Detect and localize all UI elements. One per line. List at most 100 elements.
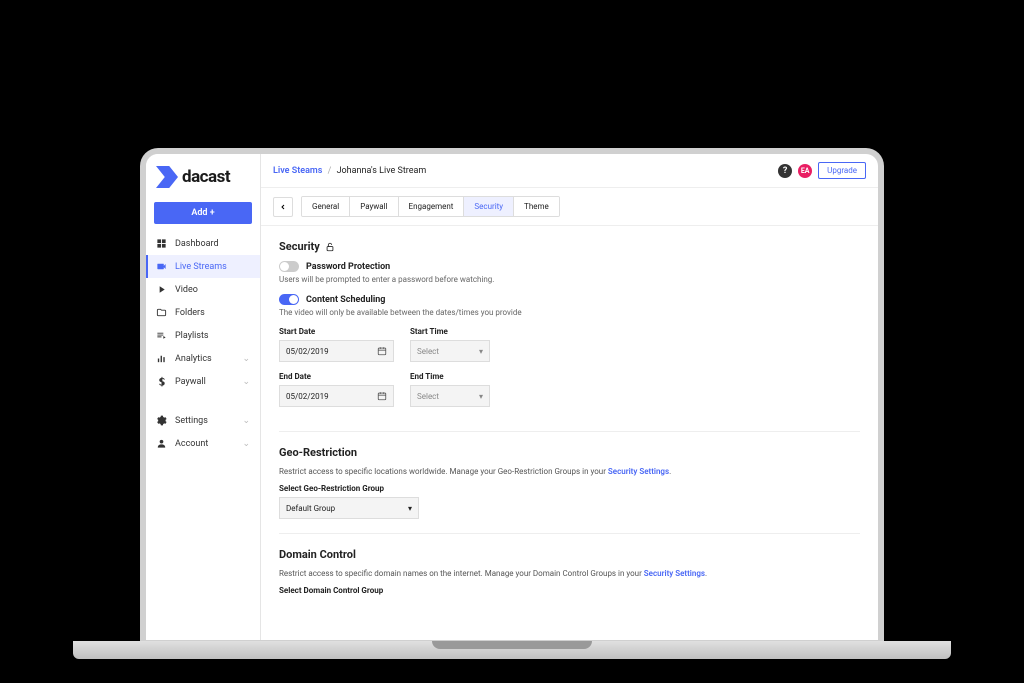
main: Live Steams / Johanna's Live Stream ? EA… <box>261 154 878 640</box>
start-time-label: Start Time <box>410 327 490 336</box>
playlist-icon <box>156 330 167 341</box>
sidebar-item-label: Account <box>175 439 208 449</box>
tab-theme[interactable]: Theme <box>514 197 559 216</box>
domain-section: Domain Control Restrict access to specif… <box>279 548 860 613</box>
sidebar-item-account[interactable]: Account ⌄ <box>146 432 260 455</box>
nav-bottom: Settings ⌄ Account ⌄ <box>146 409 260 455</box>
password-desc: Users will be prompted to enter a passwo… <box>279 275 860 284</box>
back-button[interactable] <box>273 197 293 217</box>
scheduling-toggle-row: Content Scheduling <box>279 294 860 305</box>
content: Security Password Protection Users will … <box>261 226 878 640</box>
domain-title: Domain Control <box>279 548 860 561</box>
start-date-label: Start Date <box>279 327 394 336</box>
tab-paywall[interactable]: Paywall <box>350 197 398 216</box>
laptop-notch <box>432 641 592 649</box>
tab-security[interactable]: Security <box>464 197 514 216</box>
chevron-down-icon: ⌄ <box>242 439 250 449</box>
sidebar-item-playlists[interactable]: Playlists <box>146 324 260 347</box>
sidebar-item-label: Dashboard <box>175 239 219 249</box>
end-time-placeholder: Select <box>417 392 439 401</box>
analytics-icon <box>156 353 167 364</box>
calendar-icon <box>377 391 387 401</box>
sidebar-item-settings[interactable]: Settings ⌄ <box>146 409 260 432</box>
password-label: Password Protection <box>306 262 390 272</box>
breadcrumb-current: Johanna's Live Stream <box>337 166 427 176</box>
chevron-down-icon: ⌄ <box>242 377 250 387</box>
calendar-icon <box>377 346 387 356</box>
start-date-input[interactable]: 05/02/2019 <box>279 340 394 362</box>
breadcrumb-root[interactable]: Live Steams <box>273 166 322 176</box>
geo-desc-text: Restrict access to specific locations wo… <box>279 467 608 476</box>
geo-select-label: Select Geo-Restriction Group <box>279 484 860 493</box>
sidebar-item-folders[interactable]: Folders <box>146 301 260 324</box>
sidebar-item-analytics[interactable]: Analytics ⌄ <box>146 347 260 370</box>
end-time-label: End Time <box>410 372 490 381</box>
geo-settings-link[interactable]: Security Settings <box>608 467 669 476</box>
geo-select-value: Default Group <box>286 504 335 513</box>
gear-icon <box>156 415 167 426</box>
caret-down-icon: ▾ <box>479 392 483 401</box>
start-date-field: Start Date 05/02/2019 <box>279 327 394 362</box>
lock-icon <box>325 242 335 252</box>
caret-down-icon: ▾ <box>408 504 412 513</box>
start-date-value: 05/02/2019 <box>286 347 329 356</box>
geo-group-select[interactable]: Default Group ▾ <box>279 497 419 519</box>
person-icon <box>156 438 167 449</box>
scheduling-desc: The video will only be available between… <box>279 308 860 317</box>
folder-icon <box>156 307 167 318</box>
app: dacast Add + Dashboard Live Streams Vide… <box>146 154 878 640</box>
topbar: Live Steams / Johanna's Live Stream ? EA… <box>261 154 878 188</box>
domain-desc-text: Restrict access to specific domain names… <box>279 569 644 578</box>
end-time-field: End Time Select ▾ <box>410 372 490 407</box>
tab-engagement[interactable]: Engagement <box>399 197 465 216</box>
divider <box>146 393 260 409</box>
start-row: Start Date 05/02/2019 Start Time Select … <box>279 327 860 362</box>
logo-mark-icon <box>156 166 178 188</box>
chevron-down-icon: ⌄ <box>242 416 250 426</box>
tab-general[interactable]: General <box>302 197 350 216</box>
geo-section: Geo-Restriction Restrict access to speci… <box>279 446 860 534</box>
sidebar-item-label: Analytics <box>175 354 212 364</box>
sidebar-item-paywall[interactable]: Paywall ⌄ <box>146 370 260 393</box>
help-icon[interactable]: ? <box>778 164 792 178</box>
sidebar-item-live-streams[interactable]: Live Streams <box>146 255 260 278</box>
start-time-select[interactable]: Select ▾ <box>410 340 490 362</box>
sidebar-item-label: Video <box>175 285 198 295</box>
domain-settings-link[interactable]: Security Settings <box>644 569 705 578</box>
sidebar-item-dashboard[interactable]: Dashboard <box>146 232 260 255</box>
security-title-text: Security <box>279 240 320 253</box>
start-time-placeholder: Select <box>417 347 439 356</box>
camera-icon <box>156 261 167 272</box>
password-toggle[interactable] <box>279 261 299 272</box>
sidebar-item-label: Playlists <box>175 331 209 341</box>
logo: dacast <box>146 154 260 198</box>
end-time-select[interactable]: Select ▾ <box>410 385 490 407</box>
sidebar-item-label: Settings <box>175 416 208 426</box>
security-section: Security Password Protection Users will … <box>279 240 860 432</box>
end-date-label: End Date <box>279 372 394 381</box>
domain-select-label: Select Domain Control Group <box>279 586 860 595</box>
upgrade-button[interactable]: Upgrade <box>818 162 866 179</box>
sidebar-item-label: Paywall <box>175 377 206 387</box>
topbar-right: ? EA Upgrade <box>778 162 866 179</box>
geo-desc: Restrict access to specific locations wo… <box>279 467 860 476</box>
sidebar-item-label: Folders <box>175 308 205 318</box>
start-time-field: Start Time Select ▾ <box>410 327 490 362</box>
password-toggle-row: Password Protection <box>279 261 860 272</box>
end-date-input[interactable]: 05/02/2019 <box>279 385 394 407</box>
avatar[interactable]: EA <box>798 164 812 178</box>
add-button[interactable]: Add + <box>154 202 252 224</box>
sidebar: dacast Add + Dashboard Live Streams Vide… <box>146 154 261 640</box>
chevron-left-icon <box>279 203 287 211</box>
scheduling-toggle[interactable] <box>279 294 299 305</box>
end-row: End Date 05/02/2019 End Time Select ▾ <box>279 372 860 407</box>
play-icon <box>156 284 167 295</box>
security-title: Security <box>279 240 860 253</box>
chevron-down-icon: ⌄ <box>242 354 250 364</box>
geo-title: Geo-Restriction <box>279 446 860 459</box>
end-date-field: End Date 05/02/2019 <box>279 372 394 407</box>
caret-down-icon: ▾ <box>479 347 483 356</box>
sidebar-item-video[interactable]: Video <box>146 278 260 301</box>
domain-desc: Restrict access to specific domain names… <box>279 569 860 578</box>
nav-main: Dashboard Live Streams Video Folders Pla… <box>146 232 260 393</box>
